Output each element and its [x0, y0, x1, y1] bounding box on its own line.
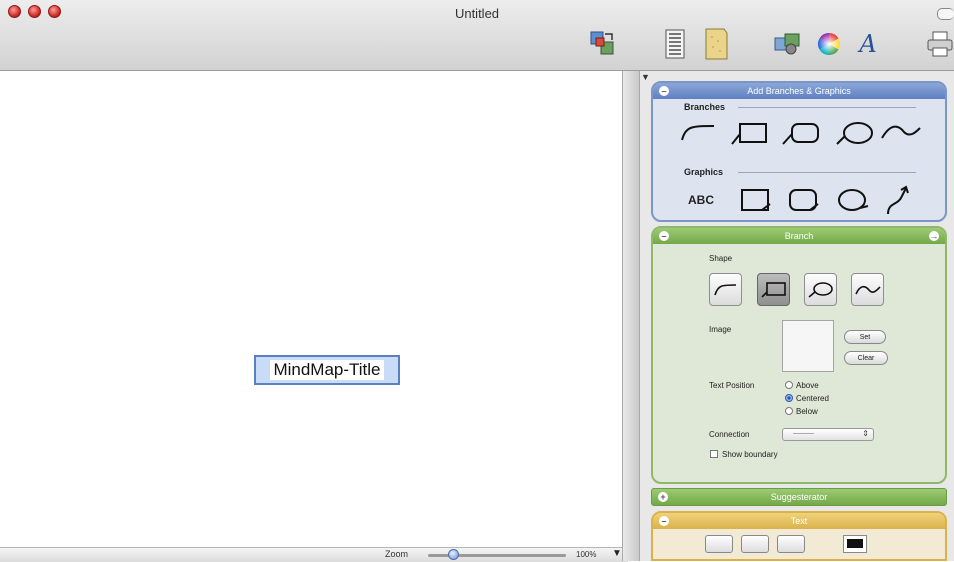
radio-centered[interactable] [785, 394, 793, 402]
graphic-arrow-icon [887, 187, 907, 215]
radio-above-label: Above [796, 381, 819, 390]
layout-icon[interactable] [586, 28, 618, 60]
radio-below-label: Below [796, 407, 818, 416]
color-swatch [847, 539, 863, 548]
panel-header[interactable]: – Text [653, 513, 945, 529]
text-color-well[interactable] [843, 535, 867, 553]
branch-rect-shape-icon [739, 123, 767, 143]
split-divider[interactable] [622, 71, 640, 561]
radio-below[interactable] [785, 407, 793, 415]
set-image-button[interactable]: Set [844, 330, 886, 344]
branch-line-shape-icon [681, 125, 715, 141]
shape-curve-button[interactable] [851, 273, 884, 306]
title-bar: Untitled A [0, 0, 954, 71]
show-boundary-label: Show boundary [722, 450, 778, 459]
clear-image-button[interactable]: Clear [844, 351, 888, 365]
branch-curve-shape-icon [881, 125, 921, 139]
shape-oval-button[interactable] [804, 273, 837, 306]
align-right-button[interactable] [777, 535, 805, 553]
graphics-shape-row [741, 185, 909, 215]
radio-above[interactable] [785, 381, 793, 389]
graphic-rect-icon [741, 189, 769, 211]
divider [738, 107, 916, 108]
notes-icon[interactable] [702, 28, 730, 60]
text-panel: – Text [651, 511, 947, 561]
text-tool-icon[interactable]: ABC [688, 193, 714, 207]
colors-icon[interactable] [815, 28, 843, 60]
image-well[interactable] [782, 320, 834, 372]
panel-header[interactable]: – Add Branches & Graphics [653, 83, 945, 99]
divider [738, 172, 916, 173]
drawer-toggle-arrow-icon[interactable]: ▼ [641, 72, 650, 82]
connection-value: ——— [793, 430, 814, 437]
radio-centered-label: Centered [796, 394, 829, 403]
zoom-value: 100% [576, 550, 597, 559]
connection-label: Connection [709, 430, 750, 439]
toolbar-toggle-button[interactable] [937, 8, 954, 20]
branches-label: Branches [684, 102, 726, 112]
panel-title: Suggesterator [770, 492, 828, 502]
shape-label: Shape [709, 254, 733, 263]
root-node[interactable]: MindMap-Title [254, 355, 400, 385]
panel-header[interactable]: – Branch → [653, 228, 945, 244]
panel-title: Branch [784, 231, 814, 241]
align-left-button[interactable] [705, 535, 733, 553]
print-icon[interactable] [926, 28, 954, 60]
status-bar: Zoom 100% ▼ [0, 547, 628, 562]
fonts-icon[interactable]: A [855, 28, 881, 60]
shape-line-button[interactable] [709, 273, 742, 306]
graphics-label: Graphics [684, 167, 724, 177]
align-center-button[interactable] [741, 535, 769, 553]
collapse-icon[interactable]: – [659, 231, 669, 241]
panel-title: Text [790, 516, 808, 526]
zoom-slider-knob[interactable] [447, 549, 459, 560]
connection-select[interactable]: ——— ⇕ [782, 428, 874, 441]
collapse-icon[interactable]: – [659, 516, 669, 526]
image-label: Image [709, 325, 732, 334]
branch-oval-shape-icon [843, 122, 873, 144]
mindmap-canvas[interactable]: MindMap-Title [0, 71, 622, 547]
window-title: Untitled [454, 6, 500, 21]
zoom-label: Zoom [385, 549, 409, 559]
show-boundary-checkbox[interactable] [710, 450, 718, 458]
stepper-arrows-icon: ⇕ [862, 429, 869, 438]
suggesterator-panel-header[interactable]: + Suggesterator [651, 488, 947, 506]
root-node-text[interactable]: MindMap-Title [270, 360, 384, 380]
expand-icon[interactable]: + [658, 492, 668, 502]
zoom-menu-arrow-icon[interactable]: ▼ [612, 548, 622, 559]
text-position-label: Text Position [709, 381, 755, 390]
media-browser-icon[interactable] [772, 28, 804, 60]
graphic-rounded-icon [789, 189, 817, 211]
outline-icon[interactable] [662, 28, 688, 60]
shape-rect-button[interactable] [757, 273, 790, 306]
panel-title: Add Branches & Graphics [747, 86, 851, 96]
branch-rounded-shape-icon [791, 123, 819, 143]
navigate-arrow-icon[interactable]: → [929, 231, 939, 241]
branch-shape-row [681, 122, 921, 145]
collapse-icon[interactable]: – [659, 86, 669, 96]
